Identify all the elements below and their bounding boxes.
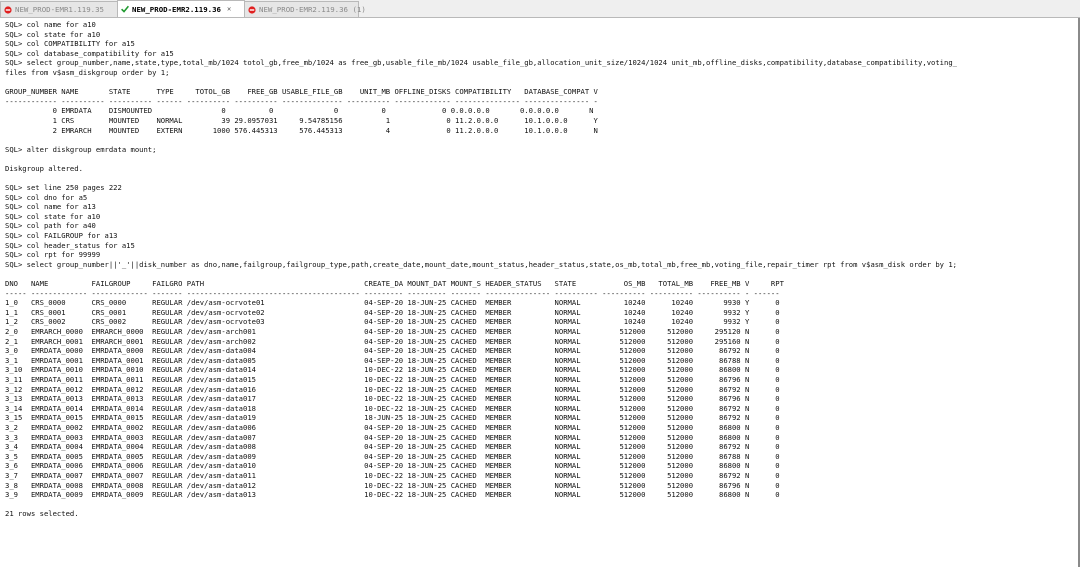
terminal-line: SQL> select group_number||'_'||disk_numb… bbox=[5, 259, 957, 269]
connected-check-icon bbox=[121, 5, 129, 13]
terminal-line: 3_9 EMRDATA_0009 EMRDATA_0009 REGULAR /d… bbox=[5, 490, 780, 500]
terminal-line: SQL> col path for a40 bbox=[5, 221, 96, 231]
terminal-line: DNO NAME FAILGROUP FAILGRO PATH CREATE_D… bbox=[5, 279, 784, 289]
tab-label: NEW_PROD-EMR1.119.35 bbox=[15, 5, 104, 14]
terminal-line: SQL> alter diskgroup emrdata mount; bbox=[5, 144, 157, 154]
terminal-line: SQL> col dno for a5 bbox=[5, 192, 88, 202]
session-tab-bar: NEW_PROD-EMR1.119.35 NEW_PROD-EMR2.119.3… bbox=[0, 0, 1080, 18]
terminal-line: 3_14 EMRDATA_0014 EMRDATA_0014 REGULAR /… bbox=[5, 403, 780, 413]
terminal-line: 2 EMRARCH MOUNTED EXTERN 1000 576.445313… bbox=[5, 125, 598, 135]
disconnected-icon bbox=[248, 5, 256, 14]
terminal-line: SQL> select group_number,name,state,type… bbox=[5, 58, 957, 68]
terminal-line: files from v$asm_diskgroup order by 1; bbox=[5, 67, 170, 77]
terminal-line: SQL> col database_compatibility for a15 bbox=[5, 48, 174, 58]
terminal-line: 2_1 EMRARCH_0001 EMRARCH_0001 REGULAR /d… bbox=[5, 336, 780, 346]
tab-label: NEW_PROD-EMR2.119.36 (1) bbox=[259, 5, 366, 14]
terminal-line: 0 EMRDATA DISMOUNTED 0 0 0 0 0 0.0.0.0.0… bbox=[5, 106, 594, 116]
terminal-line: 3_12 EMRDATA_0012 EMRDATA_0012 REGULAR /… bbox=[5, 384, 780, 394]
terminal-line: 3_10 EMRDATA_0010 EMRDATA_0010 REGULAR /… bbox=[5, 365, 780, 375]
terminal-line: SQL> set line 250 pages 222 bbox=[5, 183, 122, 193]
terminal-line: 1_0 CRS_0000 CRS_0000 REGULAR /dev/asm-o… bbox=[5, 298, 780, 308]
terminal-line: SQL> col FAILGROUP for a13 bbox=[5, 231, 118, 241]
terminal-line: SQL> col name for a10 bbox=[5, 20, 96, 29]
terminal-line: ----- ------------- ------------- ------… bbox=[5, 288, 780, 298]
session-tab-emr1[interactable]: NEW_PROD-EMR1.119.35 bbox=[0, 1, 118, 17]
terminal-line: 3_4 EMRDATA_0004 EMRDATA_0004 REGULAR /d… bbox=[5, 442, 780, 452]
terminal-line: 3_2 EMRDATA_0002 EMRDATA_0002 REGULAR /d… bbox=[5, 422, 780, 432]
disconnected-icon bbox=[4, 5, 12, 14]
terminal-line: 2_0 EMRARCH_0000 EMRARCH_0000 REGULAR /d… bbox=[5, 327, 780, 336]
terminal-line: SQL> col rpt for 99999 bbox=[5, 250, 101, 260]
terminal-line: 21 rows selected. bbox=[5, 509, 79, 519]
close-icon[interactable]: ✕ bbox=[227, 5, 231, 13]
terminal-line: ------------ ---------- ---------- -----… bbox=[5, 96, 598, 106]
terminal-line: SQL> col COMPATIBILITY for a15 bbox=[5, 39, 135, 49]
terminal-line: 3_0 EMRDATA_0000 EMRDATA_0000 REGULAR /d… bbox=[5, 346, 780, 356]
terminal-line: 3_6 EMRDATA_0006 EMRDATA_0006 REGULAR /d… bbox=[5, 461, 780, 471]
terminal-line: 3_3 EMRDATA_0003 EMRDATA_0003 REGULAR /d… bbox=[5, 432, 780, 442]
terminal-line: 1_2 CRS_0002 CRS_0002 REGULAR /dev/asm-o… bbox=[5, 317, 780, 327]
terminal-line: 1 CRS MOUNTED NORMAL 39 29.0957031 9.547… bbox=[5, 115, 598, 125]
terminal-line: Diskgroup altered. bbox=[5, 163, 83, 173]
terminal-line: 3_11 EMRDATA_0011 EMRDATA_0011 REGULAR /… bbox=[5, 374, 780, 384]
terminal-lines: SQL> col name for a10 SQL> col state for … bbox=[0, 18, 1078, 519]
tab-label: NEW_PROD-EMR2.119.36 bbox=[132, 4, 221, 14]
terminal-line: SQL> col header_status for a15 bbox=[5, 240, 135, 250]
terminal-line: 1_1 CRS_0001 CRS_0001 REGULAR /dev/asm-o… bbox=[5, 307, 780, 317]
terminal-line: 3_5 EMRDATA_0005 EMRDATA_0005 REGULAR /d… bbox=[5, 451, 780, 461]
terminal-line: 3_15 EMRDATA_0015 EMRDATA_0015 REGULAR /… bbox=[5, 413, 780, 423]
terminal-line: SQL> col state for a10 bbox=[5, 29, 101, 39]
terminal-line: GROUP_NUMBER NAME STATE TYPE TOTOL_GB FR… bbox=[5, 87, 598, 97]
terminal-line: 3_7 EMRDATA_0007 EMRDATA_0007 REGULAR /d… bbox=[5, 470, 780, 480]
terminal-output[interactable]: SQL> col name for a10 SQL> col state for … bbox=[0, 18, 1080, 567]
terminal-line: 3_1 EMRDATA_0001 EMRDATA_0001 REGULAR /d… bbox=[5, 355, 780, 365]
session-tab-emr2-copy[interactable]: NEW_PROD-EMR2.119.36 (1) bbox=[244, 1, 366, 17]
terminal-line: 3_8 EMRDATA_0008 EMRDATA_0008 REGULAR /d… bbox=[5, 480, 780, 490]
terminal-line: SQL> col name for a13 bbox=[5, 202, 96, 212]
session-tab-emr2[interactable]: NEW_PROD-EMR2.119.36 ✕ bbox=[117, 0, 245, 17]
terminal-line: SQL> col state for a10 bbox=[5, 211, 101, 221]
terminal-line: 3_13 EMRDATA_0013 EMRDATA_0013 REGULAR /… bbox=[5, 394, 780, 404]
